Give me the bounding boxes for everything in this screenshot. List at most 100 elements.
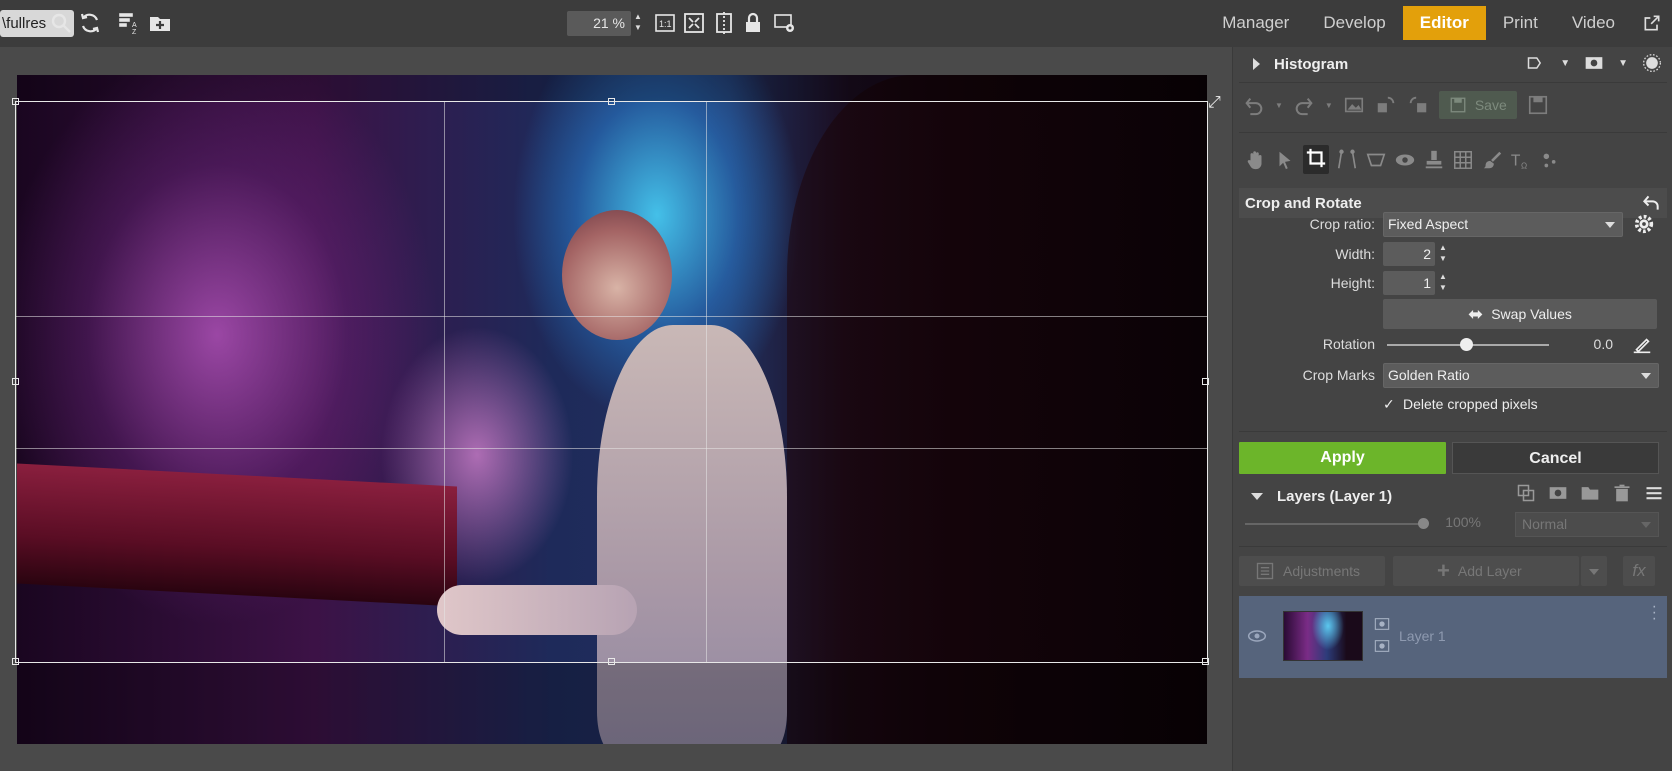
zoom-field[interactable]: 21 % (567, 11, 631, 36)
opacity-value[interactable]: 100% (1433, 514, 1481, 530)
clone-stamp-icon[interactable] (1423, 149, 1445, 171)
chevron-down-icon[interactable]: ▼ (1275, 101, 1283, 110)
more-options-icon[interactable]: · · · (1652, 599, 1657, 627)
view-settings-icon[interactable] (771, 9, 799, 37)
delete-cropped-checkbox[interactable]: ✓ (1383, 397, 1397, 411)
search-icon[interactable] (47, 9, 75, 37)
tab-print[interactable]: Print (1486, 6, 1555, 40)
lock-icon[interactable] (739, 9, 767, 37)
image-icon[interactable] (1343, 94, 1365, 116)
folder-icon[interactable] (1580, 483, 1600, 503)
hand-icon[interactable] (1245, 149, 1267, 171)
tab-manager[interactable]: Manager (1205, 6, 1306, 40)
layer-name: Layer 1 (1399, 628, 1446, 644)
apply-button[interactable]: Apply (1239, 442, 1446, 474)
grid-mask-icon[interactable] (1452, 149, 1474, 171)
width-stepper[interactable]: ▲ ▼ (1439, 242, 1447, 264)
crop-ratio-select[interactable]: Fixed Aspect (1383, 212, 1623, 237)
reset-icon[interactable] (1641, 193, 1661, 213)
crop-handle-left[interactable] (12, 378, 19, 385)
duplicate-layer-icon[interactable] (1516, 483, 1536, 503)
gear-icon[interactable] (1633, 213, 1655, 235)
crop-handle-bottom[interactable] (608, 658, 615, 665)
save-label: Save (1474, 97, 1507, 113)
edit-tools: TΩ (1245, 145, 1561, 174)
straighten-icon[interactable] (1631, 334, 1653, 356)
layer-item[interactable]: Layer 1 · · · (1239, 596, 1667, 678)
crop-ratio-value: Fixed Aspect (1388, 216, 1469, 232)
crop-handle-right[interactable] (1202, 378, 1209, 385)
chevron-down-icon[interactable]: ▼ (1618, 58, 1628, 69)
crop-tool-icon[interactable] (1303, 145, 1329, 174)
redo-icon[interactable] (1293, 94, 1315, 116)
width-input[interactable]: 2 (1383, 242, 1435, 266)
text-icon[interactable]: TΩ (1510, 149, 1532, 171)
opacity-slider-knob[interactable] (1418, 518, 1429, 529)
mask-icon[interactable] (1373, 616, 1391, 632)
shapes-icon[interactable] (1539, 149, 1561, 171)
rotation-value[interactable]: 0.0 (1563, 336, 1613, 352)
brush-icon[interactable] (1481, 149, 1503, 171)
trash-icon[interactable] (1612, 483, 1632, 503)
new-folder-icon[interactable] (146, 9, 174, 37)
select-arrow-icon[interactable] (1274, 149, 1296, 171)
crop-handle-bottom-left[interactable] (12, 658, 19, 665)
menu-icon[interactable] (1644, 483, 1664, 503)
add-layer-dropdown[interactable] (1581, 556, 1607, 586)
tag-icon[interactable] (1526, 53, 1546, 73)
add-layer-button[interactable]: + Add Layer (1393, 556, 1579, 586)
crop-handle-top-left[interactable] (12, 98, 19, 105)
crop-grid-line (16, 448, 1207, 449)
crop-marks-select[interactable]: Golden Ratio (1383, 363, 1659, 388)
mode-tabs: Manager Develop Editor Print Video (1205, 6, 1672, 40)
divider (1239, 546, 1667, 547)
fx-button[interactable]: fx (1623, 556, 1655, 586)
adjustments-button[interactable]: Adjustments (1239, 556, 1385, 586)
rotate-right-icon[interactable] (1407, 94, 1429, 116)
history-toolbar: ▼ ▼ Save (1243, 91, 1549, 119)
refresh-icon[interactable] (76, 9, 104, 37)
crop-handle-top[interactable] (608, 98, 615, 105)
crop-mask-bottom (17, 663, 1207, 744)
rotate-left-icon[interactable] (1375, 94, 1397, 116)
tab-video[interactable]: Video (1555, 6, 1632, 40)
camera-icon[interactable] (1584, 53, 1604, 73)
fit-to-screen-icon[interactable] (680, 9, 708, 37)
height-stepper[interactable]: ▲ ▼ (1439, 271, 1447, 293)
external-window-icon[interactable] (1632, 6, 1672, 40)
tab-develop[interactable]: Develop (1306, 6, 1402, 40)
undo-icon[interactable] (1243, 94, 1265, 116)
actual-size-icon[interactable]: 1:1 (651, 9, 679, 37)
chevron-down-icon (1641, 373, 1651, 379)
red-eye-icon[interactable] (1394, 149, 1416, 171)
crop-frame[interactable]: ⤢ (12, 94, 1221, 665)
layer-mask-icon[interactable] (1548, 483, 1568, 503)
perspective-icon[interactable] (1336, 149, 1358, 171)
image-canvas[interactable]: ⤢ (0, 47, 1232, 771)
settings-sun-icon[interactable] (1642, 53, 1662, 73)
selection-icon[interactable] (1365, 149, 1387, 171)
blend-mode-select[interactable]: Normal (1515, 512, 1659, 537)
height-label: Height: (1330, 275, 1375, 291)
tab-editor[interactable]: Editor (1402, 6, 1486, 40)
chevron-down-icon[interactable]: ▼ (1325, 101, 1333, 110)
save-button[interactable]: Save (1438, 91, 1517, 119)
save-as-icon[interactable] (1527, 94, 1549, 116)
crop-handle-bottom-right[interactable] (1202, 658, 1209, 665)
eye-icon[interactable] (1247, 626, 1267, 646)
crop-grid-line (16, 316, 1207, 317)
swap-values-button[interactable]: ⬌ Swap Values (1383, 299, 1657, 329)
cancel-button[interactable]: Cancel (1452, 442, 1659, 474)
crop-grid-line (706, 102, 707, 662)
sort-az-icon[interactable]: AZ (115, 9, 143, 37)
compare-icon[interactable] (710, 9, 738, 37)
top-toolbar: \fullres AZ 21 % ▲ ▼ 1:1 Manager Develop … (0, 0, 1672, 47)
rotation-slider-knob[interactable] (1460, 338, 1473, 351)
zoom-stepper[interactable]: ▲ ▼ (632, 11, 644, 36)
opacity-slider[interactable] (1245, 523, 1421, 525)
resize-arrow-icon[interactable]: ⤢ (1208, 94, 1221, 112)
height-input[interactable]: 1 (1383, 271, 1435, 295)
svg-text:1:1: 1:1 (659, 19, 672, 29)
mask-icon[interactable] (1373, 638, 1391, 654)
chevron-down-icon[interactable]: ▼ (1560, 58, 1570, 69)
